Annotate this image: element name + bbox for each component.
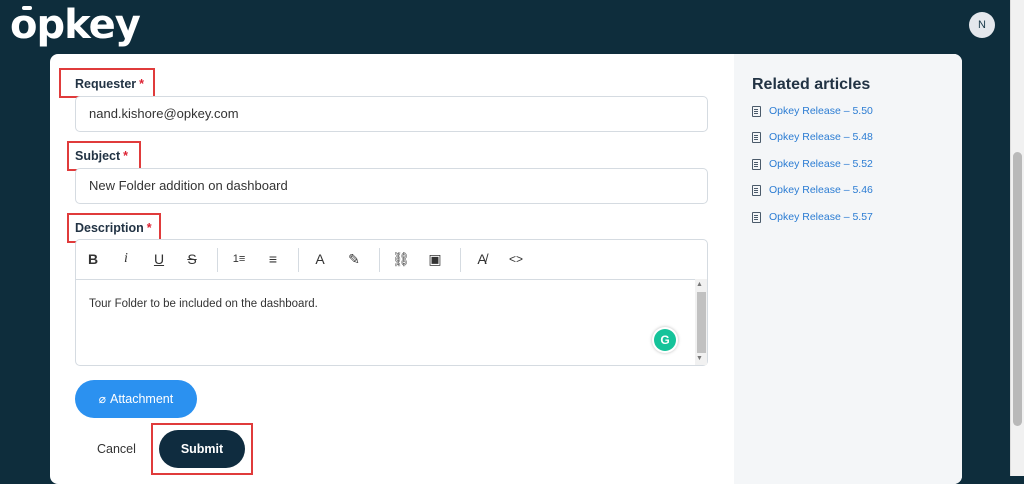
italic-button[interactable]: i [115,248,137,270]
bold-button[interactable]: B [82,248,104,270]
document-icon [752,184,761,196]
strikethrough-button[interactable]: S [181,248,203,270]
opkey-logo[interactable]: opkey [10,0,141,52]
attachment-label: Attachment [110,392,174,406]
related-articles-title: Related articles [752,76,871,93]
clear-format-icon[interactable]: A̸ [471,248,493,270]
request-form: Requester * nand.kishore@opkey.com Subjec… [50,54,734,484]
bullet-list-icon[interactable]: ≡ [262,248,284,270]
paperclip-icon: ⌀ [98,392,106,406]
toolbar-separator [298,248,299,272]
avatar[interactable]: N [969,12,995,38]
attachment-button[interactable]: ⌀ Attachment [75,380,197,418]
article-link[interactable]: Opkey Release – 5.52 [752,158,873,170]
grammarly-icon[interactable]: G [654,329,676,351]
document-icon [752,105,761,117]
article-link[interactable]: Opkey Release – 5.46 [752,184,873,196]
description-editor[interactable]: B i U S 1≡ ≡ A ✎ ⛓ ▣ A̸ <> Tour Folder t… [75,239,708,366]
page-scroll-thumb[interactable] [1013,152,1022,426]
code-icon[interactable]: <> [505,248,527,270]
required-mark: * [146,221,152,235]
underline-button[interactable]: U [148,248,170,270]
editor-scroll-thumb[interactable] [697,292,706,353]
description-text[interactable]: Tour Folder to be included on the dashbo… [89,298,318,310]
document-icon [752,211,761,223]
link-icon[interactable]: ⛓ [390,248,412,270]
article-link[interactable]: Opkey Release – 5.48 [752,131,873,143]
description-label: Description * [75,221,152,235]
subject-input[interactable]: New Folder addition on dashboard [75,168,708,204]
required-mark: * [123,149,129,163]
toolbar-separator [379,248,380,272]
requester-label: Requester * [75,77,145,91]
editor-toolbar: B i U S 1≡ ≡ A ✎ ⛓ ▣ A̸ <> [76,240,707,280]
submit-button[interactable]: Submit [159,430,245,468]
top-header: opkey N [0,0,1024,54]
related-articles-panel: Related articles Opkey Release – 5.50 Op… [734,54,962,484]
required-mark: * [139,77,145,91]
toolbar-separator [217,248,218,272]
subject-label: Subject * [75,149,129,163]
image-icon[interactable]: ▣ [424,248,446,270]
article-link[interactable]: Opkey Release – 5.57 [752,211,873,223]
document-icon [752,131,761,143]
highlight-icon[interactable]: ✎ [343,248,365,270]
cancel-button[interactable]: Cancel [97,442,136,456]
scroll-up-arrow[interactable]: ▲ [696,281,703,288]
document-icon [752,158,761,170]
article-link[interactable]: Opkey Release – 5.50 [752,105,873,117]
request-card: Requester * nand.kishore@opkey.com Subjec… [50,54,962,484]
toolbar-separator [460,248,461,272]
text-color-icon[interactable]: A [309,248,331,270]
requester-input[interactable]: nand.kishore@opkey.com [75,96,708,132]
ordered-list-icon[interactable]: 1≡ [228,248,250,270]
scroll-down-arrow[interactable]: ▼ [696,355,703,362]
